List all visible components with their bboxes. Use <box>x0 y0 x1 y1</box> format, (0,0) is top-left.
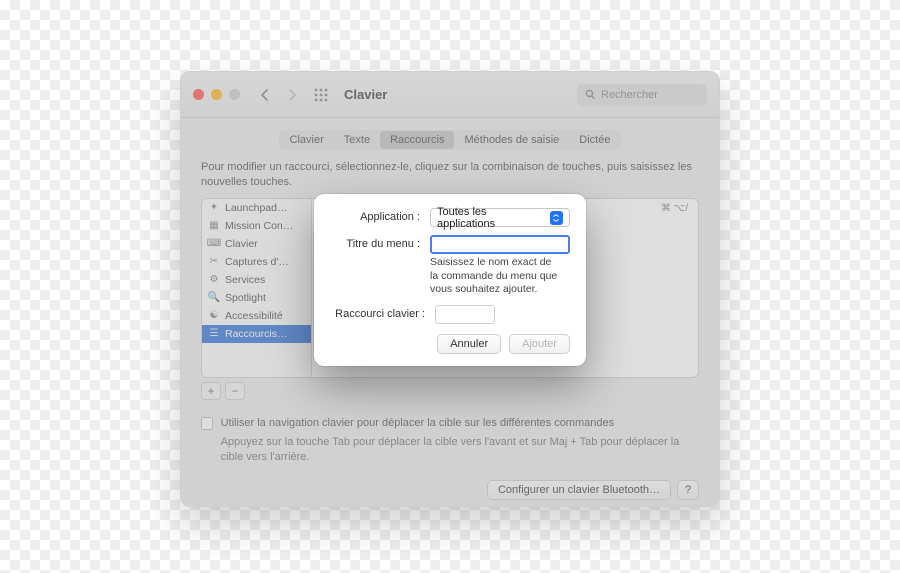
footer-buttons: Configurer un clavier Bluetooth… ? <box>201 480 699 500</box>
help-button[interactable]: ? <box>677 480 699 500</box>
person-icon: ☯ <box>208 310 220 322</box>
grid-icon: ▦ <box>208 220 220 232</box>
sidebar-item-services[interactable]: ⚙Services <box>202 271 311 289</box>
keyboard-nav-checkbox[interactable] <box>201 417 213 430</box>
keyboard-nav-label: Utiliser la navigation clavier pour dépl… <box>221 416 699 431</box>
window-title: Clavier <box>344 87 569 102</box>
window-toolbar: Clavier Rechercher <box>181 72 719 118</box>
tab-methodes[interactable]: Méthodes de saisie <box>454 131 569 149</box>
keyboard-nav-help: Appuyez sur la touche Tab pour déplacer … <box>221 435 699 466</box>
sidebar-item-mission-control[interactable]: ▦Mission Con… <box>202 217 311 235</box>
keyboard-icon: ⌨ <box>208 238 220 250</box>
keyboard-nav-option: Utiliser la navigation clavier pour dépl… <box>201 416 699 466</box>
search-icon: 🔍 <box>208 292 220 304</box>
menu-title-label: Titre du menu : <box>330 235 420 250</box>
shortcut-row: Raccourci clavier : <box>330 305 570 324</box>
search-placeholder: Rechercher <box>601 89 658 101</box>
minimize-window-button[interactable] <box>211 89 222 100</box>
instruction-text: Pour modifier un raccourci, sélectionnez… <box>201 160 699 190</box>
sheet-buttons: Annuler Ajouter <box>330 334 570 354</box>
configure-bluetooth-button[interactable]: Configurer un clavier Bluetooth… <box>487 480 671 500</box>
menu-title-help: Saisissez le nom exact de la commande du… <box>430 256 560 297</box>
cancel-button[interactable]: Annuler <box>437 334 501 354</box>
back-button[interactable] <box>254 84 274 106</box>
category-sidebar: ✦Launchpad… ▦Mission Con… ⌨Clavier ✂Capt… <box>202 199 312 377</box>
tab-bar: Clavier Texte Raccourcis Méthodes de sai… <box>181 118 719 160</box>
menu-title-row: Titre du menu : Saisissez le nom exact d… <box>330 235 570 297</box>
tab-clavier[interactable]: Clavier <box>280 131 334 149</box>
add-shortcut-sheet: Application : Toutes les applications Ti… <box>314 194 586 366</box>
zoom-window-button[interactable] <box>229 89 240 100</box>
camera-icon: ✂ <box>208 256 220 268</box>
sidebar-item-clavier[interactable]: ⌨Clavier <box>202 235 311 253</box>
app-icon: ☰ <box>208 328 220 340</box>
search-icon <box>585 89 596 100</box>
application-label: Application : <box>330 208 420 223</box>
application-value: Toutes les applications <box>437 206 544 230</box>
shortcut-label: Raccourci clavier : <box>330 305 425 320</box>
add-shortcut-button[interactable]: + <box>201 382 221 400</box>
application-row: Application : Toutes les applications <box>330 208 570 227</box>
close-window-button[interactable] <box>193 89 204 100</box>
sidebar-item-spotlight[interactable]: 🔍Spotlight <box>202 289 311 307</box>
tab-raccourcis[interactable]: Raccourcis <box>380 131 454 149</box>
add-remove-bar: + − <box>201 382 699 400</box>
remove-shortcut-button[interactable]: − <box>225 382 245 400</box>
add-button[interactable]: Ajouter <box>509 334 570 354</box>
tab-dictee[interactable]: Dictée <box>569 131 620 149</box>
gear-icon: ⚙ <box>208 274 220 286</box>
menu-title-input[interactable] <box>430 235 570 254</box>
rocket-icon: ✦ <box>208 202 220 214</box>
window-traffic-lights <box>193 89 240 100</box>
sidebar-item-raccourcis-app[interactable]: ☰Raccourcis… <box>202 325 311 343</box>
show-all-icon[interactable] <box>310 84 332 106</box>
sidebar-item-captures[interactable]: ✂Captures d'… <box>202 253 311 271</box>
keyboard-nav-text: Utiliser la navigation clavier pour dépl… <box>221 416 699 466</box>
sidebar-item-accessibilite[interactable]: ☯Accessibilité <box>202 307 311 325</box>
tab-texte[interactable]: Texte <box>334 131 380 149</box>
shortcut-key-display: ⌘ ⌥/ <box>661 203 688 214</box>
forward-button[interactable] <box>282 84 302 106</box>
sidebar-item-launchpad[interactable]: ✦Launchpad… <box>202 199 311 217</box>
application-popup[interactable]: Toutes les applications <box>430 208 570 227</box>
popup-chevron-icon <box>550 211 563 225</box>
search-field[interactable]: Rechercher <box>577 84 707 106</box>
segmented-control: Clavier Texte Raccourcis Méthodes de sai… <box>279 130 622 150</box>
shortcut-input[interactable] <box>435 305 495 324</box>
